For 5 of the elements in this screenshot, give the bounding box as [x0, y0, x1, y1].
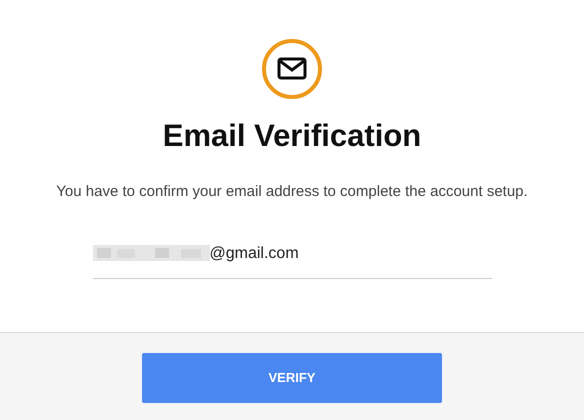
envelope-icon [261, 38, 323, 100]
email-field[interactable]: @gmail.com [92, 242, 492, 278]
page-title: Email Verification [162, 120, 422, 151]
instruction-text: You have to confirm your email address to complete the account setup. [56, 182, 528, 202]
email-value: @gmail.com [210, 244, 299, 264]
